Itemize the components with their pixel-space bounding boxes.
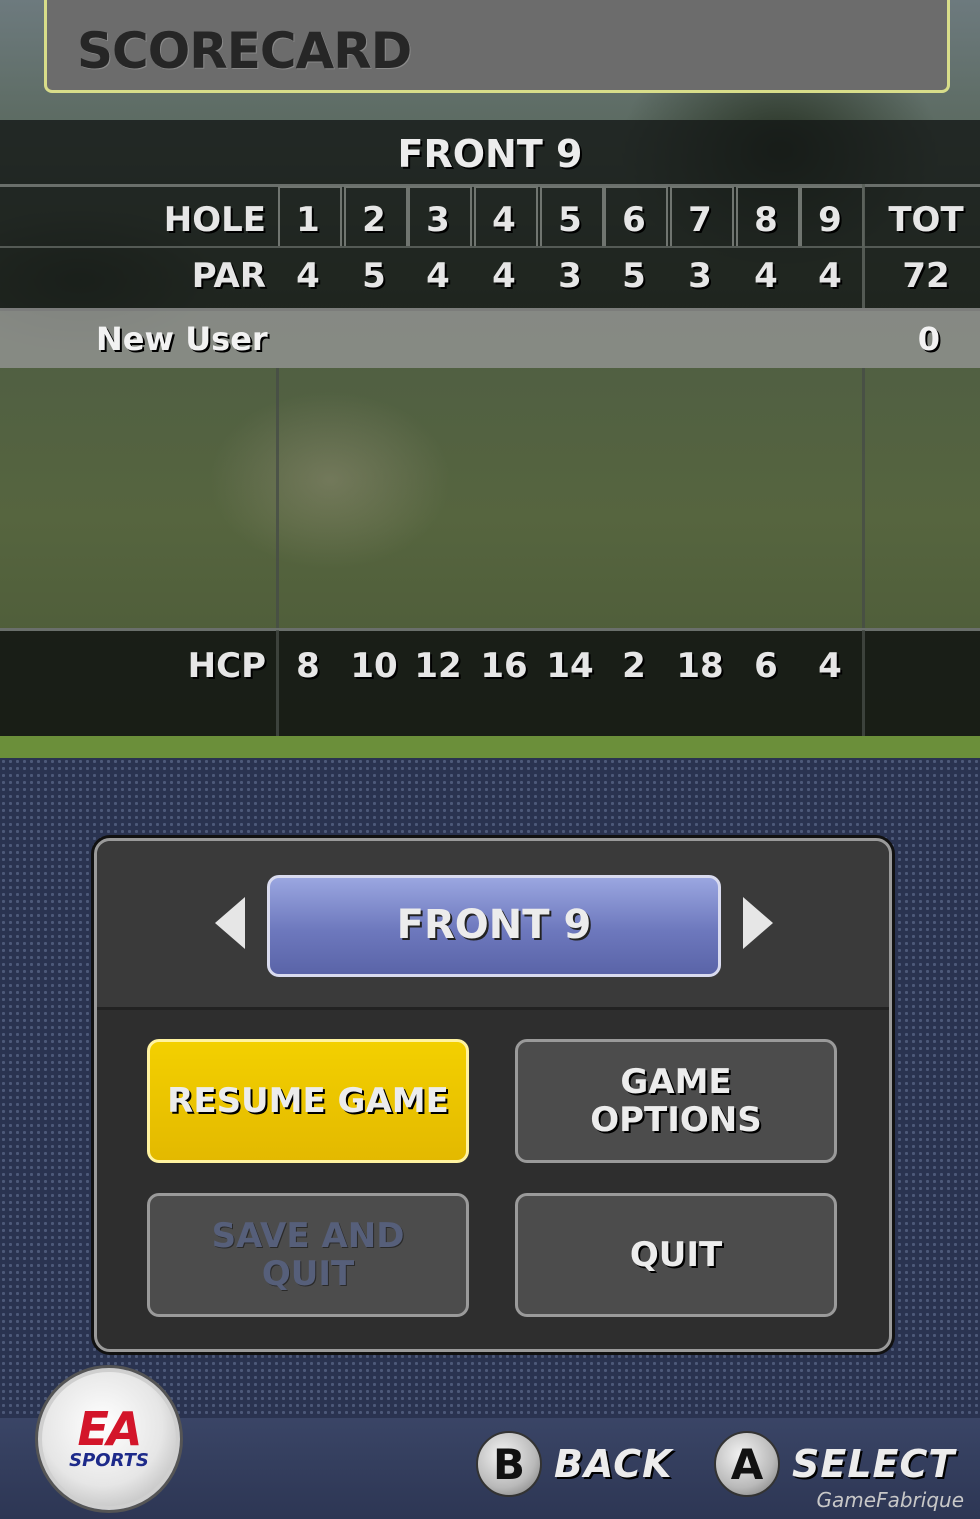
title-banner: SCORECARD: [44, 0, 950, 93]
par-value: 5: [362, 256, 386, 296]
hole-number: 1: [296, 200, 320, 240]
right-arrow-icon[interactable]: [743, 897, 773, 949]
hole-number: 7: [688, 200, 712, 240]
par-value: 4: [296, 256, 320, 296]
resume-game-label: RESUME GAME: [167, 1081, 449, 1121]
game-options-button[interactable]: GAME OPTIONS: [515, 1039, 837, 1163]
total-divider: [862, 184, 865, 308]
hole-number: 6: [622, 200, 646, 240]
hcp-divider-right: [862, 630, 865, 736]
hcp-value: 18: [676, 646, 724, 686]
par-value: 4: [754, 256, 778, 296]
hole-number: 2: [362, 200, 386, 240]
player-total: 0: [917, 320, 940, 358]
par-label: PAR: [191, 256, 266, 296]
green-strip: [0, 736, 980, 758]
game-options-label: GAME OPTIONS: [590, 1062, 762, 1140]
par-value: 4: [818, 256, 842, 296]
quit-button[interactable]: QUIT: [515, 1193, 837, 1317]
hole-number: 3: [426, 200, 450, 240]
hole-number: 4: [492, 200, 516, 240]
b-button-icon: B: [476, 1431, 542, 1497]
par-value: 3: [558, 256, 582, 296]
par-value: 5: [622, 256, 646, 296]
hcp-value: 10: [350, 646, 398, 686]
par-value: 4: [492, 256, 516, 296]
hcp-label: HCP: [187, 646, 266, 686]
hole-number: 9: [818, 200, 842, 240]
hcp-value: 4: [818, 646, 842, 686]
save-and-quit-button[interactable]: SAVE AND QUIT: [147, 1193, 469, 1317]
par-total: 72: [902, 256, 950, 296]
row-divider: [0, 246, 980, 248]
left-arrow-icon[interactable]: [215, 897, 245, 949]
hcp-value: 12: [414, 646, 462, 686]
back-control[interactable]: B BACK: [476, 1430, 673, 1498]
a-button-icon: A: [714, 1431, 780, 1497]
section-title: FRONT 9: [397, 132, 583, 176]
selector-box[interactable]: FRONT 9: [267, 875, 721, 977]
hcp-value: 6: [754, 646, 778, 686]
ea-sports-logo: EA SPORTS: [38, 1368, 180, 1510]
hole-number: 8: [754, 200, 778, 240]
logo-sub: SPORTS: [69, 1450, 149, 1471]
hole-number: 5: [558, 200, 582, 240]
scorecard-selector: FRONT 9: [97, 841, 889, 1010]
page-title: SCORECARD: [77, 22, 412, 80]
hcp-value: 16: [480, 646, 528, 686]
hcp-value: 2: [622, 646, 646, 686]
hcp-value: 14: [546, 646, 594, 686]
menu-panel: FRONT 9 RESUME GAME GAME OPTIONS SAVE AN…: [94, 838, 892, 1352]
quit-label: QUIT: [629, 1235, 723, 1275]
back-label: BACK: [554, 1442, 673, 1486]
player-row: New User 0: [0, 308, 980, 368]
watermark: GameFabrique: [816, 1488, 964, 1512]
selector-value: FRONT 9: [396, 902, 592, 948]
select-label: SELECT: [792, 1442, 956, 1486]
logo-main: EA: [77, 1402, 142, 1456]
tot-label: TOT: [888, 200, 964, 240]
par-value: 3: [688, 256, 712, 296]
save-and-quit-label: SAVE AND QUIT: [211, 1216, 405, 1294]
hcp-value: 8: [296, 646, 320, 686]
par-value: 4: [426, 256, 450, 296]
hole-label: HOLE: [163, 200, 266, 240]
player-name: New User: [96, 320, 268, 358]
resume-game-button[interactable]: RESUME GAME: [147, 1039, 469, 1163]
